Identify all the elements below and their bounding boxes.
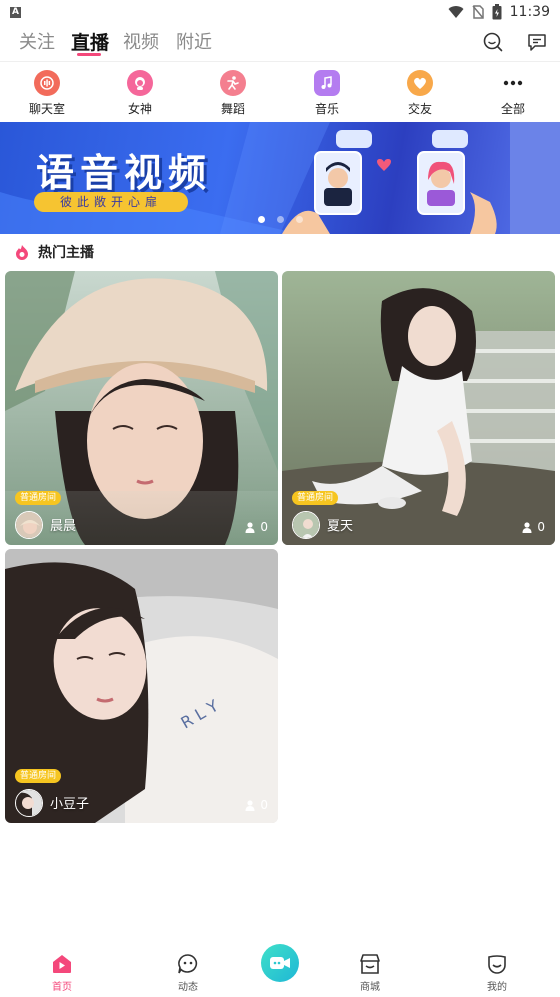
room-type-badge: 普通房间	[15, 769, 62, 783]
banner-pagination	[258, 216, 303, 223]
heart-icon	[407, 70, 433, 96]
avatar[interactable]	[15, 789, 43, 817]
viewer-count: 0	[245, 520, 268, 534]
no-sim-icon	[472, 5, 484, 19]
avatar[interactable]	[292, 511, 320, 539]
search-icon[interactable]	[482, 31, 504, 53]
category-dating[interactable]: 交友	[390, 68, 450, 117]
section-title: 热门主播	[38, 245, 94, 261]
category-all[interactable]: 全部	[483, 68, 543, 117]
flame-icon	[16, 245, 28, 260]
more-icon	[500, 70, 526, 96]
category-goddess[interactable]: 女神	[110, 68, 170, 117]
stream-card[interactable]: 普通房间 夏天 0	[282, 271, 555, 545]
nav-label: 我的	[487, 982, 507, 993]
nav-label: 商城	[360, 982, 380, 993]
room-type-badge: 普通房间	[15, 491, 62, 505]
viewer-count-value: 0	[260, 798, 268, 812]
category-row: 聊天室 女神 舞蹈 音乐 交友 全部	[0, 68, 560, 116]
shop-icon	[360, 954, 380, 974]
battery-icon	[492, 4, 502, 20]
banner-dot	[277, 216, 284, 223]
category-label: 交友	[407, 102, 432, 116]
anchor-name: 夏天	[327, 519, 354, 534]
person-icon	[245, 799, 255, 811]
category-dance[interactable]: 舞蹈	[203, 68, 263, 117]
top-tab-bar: 关注 直播 视频 附近	[0, 24, 560, 62]
banner-title: 语音视频	[36, 151, 213, 195]
profile-icon	[488, 955, 506, 974]
tab-follow[interactable]: 关注	[19, 28, 55, 54]
nav-home[interactable]: 首页	[32, 952, 92, 993]
tab-live[interactable]: 直播	[71, 28, 109, 55]
nav-profile[interactable]: 我的	[467, 952, 527, 993]
clock: 11:39	[509, 4, 550, 20]
moments-icon	[178, 954, 198, 974]
nav-label: 动态	[178, 982, 198, 993]
status-bar: A 11:39	[0, 0, 560, 24]
anchor-name: 小豆子	[50, 797, 90, 812]
room-type-badge: 普通房间	[292, 491, 339, 505]
stream-card[interactable]: R L Y 普通房间 小豆子 0	[5, 549, 278, 823]
nav-go-live[interactable]	[261, 944, 299, 982]
viewer-count: 0	[245, 798, 268, 812]
music-icon	[314, 70, 340, 96]
category-music[interactable]: 音乐	[297, 68, 357, 117]
tab-video[interactable]: 视频	[123, 28, 159, 54]
anchor-name: 晨晨	[50, 519, 77, 534]
avatar[interactable]	[15, 511, 43, 539]
message-icon[interactable]	[526, 31, 548, 53]
viewer-count-value: 0	[260, 520, 268, 534]
nav-label: 首页	[52, 982, 72, 993]
banner-dot-active	[258, 216, 265, 223]
person-icon	[245, 521, 255, 533]
category-label: 舞蹈	[220, 102, 245, 116]
hot-anchors-header: 热门主播	[14, 242, 94, 262]
banner-dot	[296, 216, 303, 223]
viewer-count: 0	[522, 520, 545, 534]
live-camera-icon	[270, 957, 290, 969]
category-label: 女神	[127, 102, 152, 116]
wifi-icon	[448, 6, 464, 19]
category-label: 全部	[500, 102, 525, 116]
category-chat-room[interactable]: 聊天室	[17, 68, 77, 117]
bottom-navigation: 首页 动态 商城 我的	[0, 940, 560, 997]
home-icon	[53, 955, 71, 973]
goddess-icon	[127, 70, 153, 96]
person-icon	[522, 521, 532, 533]
notification-icon: A	[10, 6, 21, 18]
viewer-count-value: 0	[537, 520, 545, 534]
tab-nearby[interactable]: 附近	[176, 28, 212, 54]
dance-icon	[220, 70, 246, 96]
category-label: 音乐	[314, 102, 339, 116]
active-tab-indicator	[77, 53, 101, 56]
header-divider	[0, 61, 560, 62]
nav-moments[interactable]: 动态	[158, 952, 218, 993]
stream-card[interactable]: 普通房间 晨晨 0	[5, 271, 278, 545]
category-label: 聊天室	[28, 102, 65, 116]
nav-shop[interactable]: 商城	[340, 952, 400, 993]
banner-subtitle: 彼此敞开心扉	[34, 192, 188, 212]
chat-room-icon	[34, 70, 60, 96]
